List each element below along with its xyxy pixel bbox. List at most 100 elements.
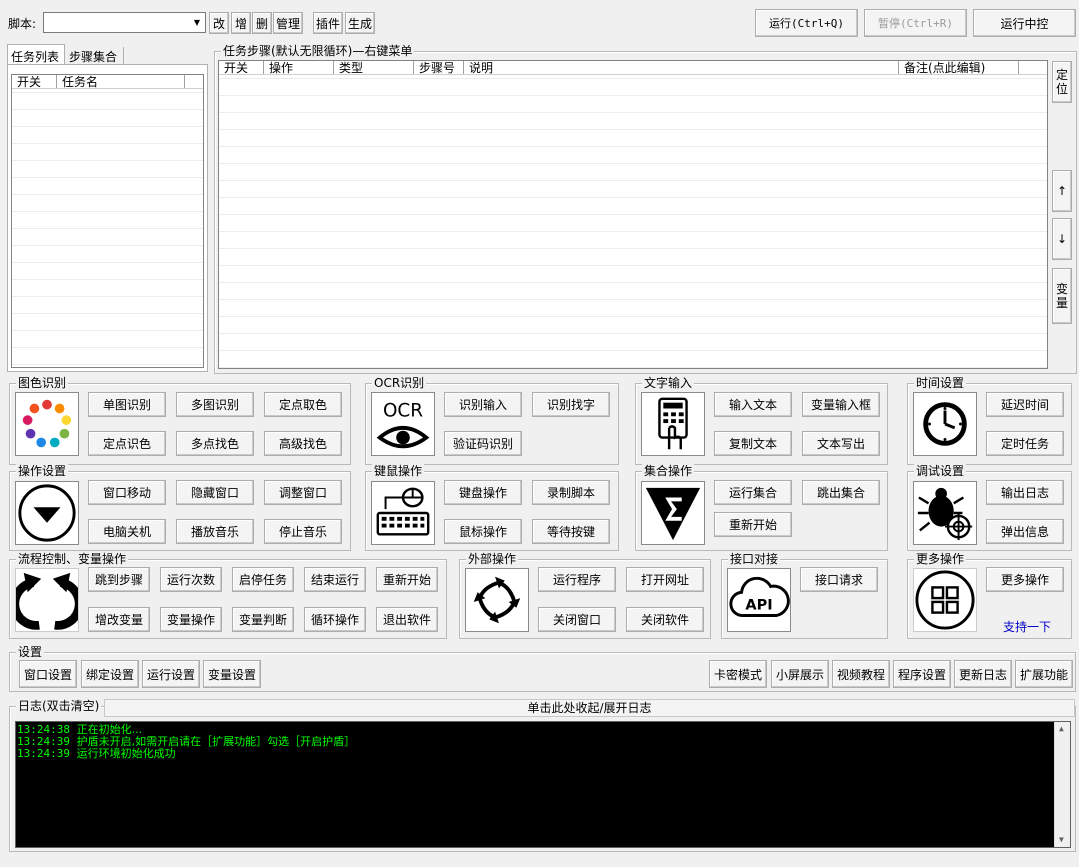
log-scrollbar[interactable]: ▲ ▼ (1054, 722, 1070, 847)
open-url-button[interactable]: 打开网址 (626, 567, 704, 592)
steps-header: 开关 操作 类型 步骤号 说明 备注(点此编辑) (219, 61, 1047, 75)
run-button[interactable]: 运行(Ctrl+Q) (755, 9, 858, 37)
edit-script-button[interactable]: 改 (209, 12, 229, 34)
move-up-button[interactable]: ↑ (1052, 170, 1072, 212)
multi-image-recognition-button[interactable]: 多图识别 (176, 392, 254, 417)
scroll-down-icon[interactable]: ▼ (1059, 834, 1064, 846)
record-script-button[interactable]: 录制脚本 (532, 480, 610, 505)
window-settings-button[interactable]: 窗口设置 (19, 660, 77, 688)
tab-step-collection[interactable]: 步骤集合 (66, 47, 124, 65)
move-down-button[interactable]: ↓ (1052, 218, 1072, 260)
play-music-button[interactable]: 播放音乐 (176, 519, 254, 544)
shutdown-computer-button[interactable]: 电脑关机 (88, 519, 166, 544)
small-screen-button[interactable]: 小屏展示 (771, 660, 829, 688)
extension-button[interactable]: 扩展功能 (1015, 660, 1073, 688)
close-window-button[interactable]: 关闭窗口 (538, 607, 616, 632)
output-log-button[interactable]: 输出日志 (986, 480, 1064, 505)
wait-key-button[interactable]: 等待按键 (532, 519, 610, 544)
scroll-up-icon[interactable]: ▲ (1059, 723, 1064, 735)
multi-point-color-find-button[interactable]: 多点找色 (176, 431, 254, 456)
column-header-toggle[interactable]: 开关 (12, 75, 57, 88)
more-operations-title: 更多操作 (914, 552, 967, 566)
run-program-button[interactable]: 运行程序 (538, 567, 616, 592)
steps-table[interactable]: 开关 操作 类型 步骤号 说明 备注(点此编辑) (218, 60, 1048, 369)
close-software-button[interactable]: 关闭软件 (626, 607, 704, 632)
api-request-button[interactable]: 接口请求 (800, 567, 878, 592)
log-console[interactable]: 13:24:38 正在初始化... 13:24:39 护盾未开启,如需开启请在［… (15, 721, 1071, 848)
card-key-mode-button[interactable]: 卡密模式 (709, 660, 767, 688)
log-title[interactable]: 日志(双击清空) (16, 699, 102, 713)
bind-settings-button[interactable]: 绑定设置 (81, 660, 139, 688)
resize-window-button[interactable]: 调整窗口 (264, 480, 342, 505)
column-header-note[interactable]: 备注(点此编辑) (899, 61, 1019, 74)
pause-button[interactable]: 暂停(Ctrl+R) (864, 9, 967, 37)
run-collection-button[interactable]: 运行集合 (714, 480, 792, 505)
sigma-icon (641, 481, 705, 545)
captcha-recognition-button[interactable]: 验证码识别 (444, 431, 522, 456)
run-settings-button[interactable]: 运行设置 (142, 660, 200, 688)
move-window-button[interactable]: 窗口移动 (88, 480, 166, 505)
dropdown-circle-icon (15, 481, 79, 545)
add-script-button[interactable]: 增 (231, 12, 251, 34)
input-text-button[interactable]: 输入文本 (714, 392, 792, 417)
exit-collection-button[interactable]: 跳出集合 (802, 480, 880, 505)
log-toggle-bar[interactable]: 单击此处收起/展开日志 (104, 699, 1075, 717)
modify-variable-button[interactable]: 增改变量 (88, 607, 150, 632)
jump-to-step-button[interactable]: 跳到步骤 (88, 567, 150, 592)
hide-window-button[interactable]: 隐藏窗口 (176, 480, 254, 505)
delay-time-button[interactable]: 延迟时间 (986, 392, 1064, 417)
video-tutorial-button[interactable]: 视频教程 (832, 660, 890, 688)
script-select[interactable]: ▼ (43, 12, 206, 33)
stop-music-button[interactable]: 停止音乐 (264, 519, 342, 544)
chevron-down-icon[interactable]: ▼ (189, 13, 205, 32)
delete-script-button[interactable]: 删 (252, 12, 272, 34)
column-header-type[interactable]: 类型 (334, 61, 414, 74)
more-operations-button[interactable]: 更多操作 (986, 567, 1064, 592)
task-list-table[interactable]: 开关 任务名 (11, 74, 204, 368)
exit-software-button[interactable]: 退出软件 (376, 607, 438, 632)
settings-title: 设置 (16, 645, 45, 659)
recognize-input-button[interactable]: 识别输入 (444, 392, 522, 417)
end-run-button[interactable]: 结束运行 (304, 567, 366, 592)
manage-button[interactable]: 管理 (273, 12, 303, 34)
restart-flow-button[interactable]: 重新开始 (376, 567, 438, 592)
variable-button[interactable]: 变量 (1052, 268, 1072, 324)
column-header-operation[interactable]: 操作 (264, 61, 334, 74)
variable-condition-button[interactable]: 变量判断 (232, 607, 294, 632)
tab-task-list[interactable]: 任务列表 (7, 44, 65, 65)
clock-icon (913, 392, 977, 456)
run-control-button[interactable]: 运行中控 (973, 9, 1076, 37)
text-input-title: 文字输入 (642, 376, 695, 390)
point-color-recognition-button[interactable]: 定点识色 (88, 431, 166, 456)
program-settings-button[interactable]: 程序设置 (893, 660, 951, 688)
tab-task-list-label: 任务列表 (11, 50, 60, 64)
variable-settings-button[interactable]: 变量设置 (203, 660, 261, 688)
variable-operation-button[interactable]: 变量操作 (160, 607, 222, 632)
variable-input-box-button[interactable]: 变量输入框 (802, 392, 880, 417)
run-count-button[interactable]: 运行次数 (160, 567, 222, 592)
update-log-button[interactable]: 更新日志 (954, 660, 1012, 688)
copy-text-button[interactable]: 复制文本 (714, 431, 792, 456)
toggle-task-button[interactable]: 启停任务 (232, 567, 294, 592)
generate-button[interactable]: 生成 (345, 12, 375, 34)
column-header-task-name[interactable]: 任务名 (57, 75, 185, 88)
ocr-title: OCR识别 (372, 376, 427, 390)
pick-point-color-button[interactable]: 定点取色 (264, 392, 342, 417)
loop-operation-button[interactable]: 循环操作 (304, 607, 366, 632)
popup-message-button[interactable]: 弹出信息 (986, 519, 1064, 544)
log-text: 运行环境初始化成功 (76, 747, 176, 760)
scheduled-task-button[interactable]: 定时任务 (986, 431, 1064, 456)
keyboard-operation-button[interactable]: 键盘操作 (444, 480, 522, 505)
support-link[interactable]: 支持一下 (1003, 618, 1051, 635)
mouse-operation-button[interactable]: 鼠标操作 (444, 519, 522, 544)
locate-button[interactable]: 定位 (1052, 61, 1072, 103)
plugin-button[interactable]: 插件 (313, 12, 343, 34)
column-header-step-number[interactable]: 步骤号 (414, 61, 464, 74)
advanced-color-find-button[interactable]: 高级找色 (264, 431, 342, 456)
write-text-button[interactable]: 文本写出 (802, 431, 880, 456)
single-image-recognition-button[interactable]: 单图识别 (88, 392, 166, 417)
restart-collection-button[interactable]: 重新开始 (714, 512, 792, 537)
column-header-toggle[interactable]: 开关 (219, 61, 264, 74)
recognize-find-text-button[interactable]: 识别找字 (532, 392, 610, 417)
column-header-description[interactable]: 说明 (464, 61, 899, 74)
